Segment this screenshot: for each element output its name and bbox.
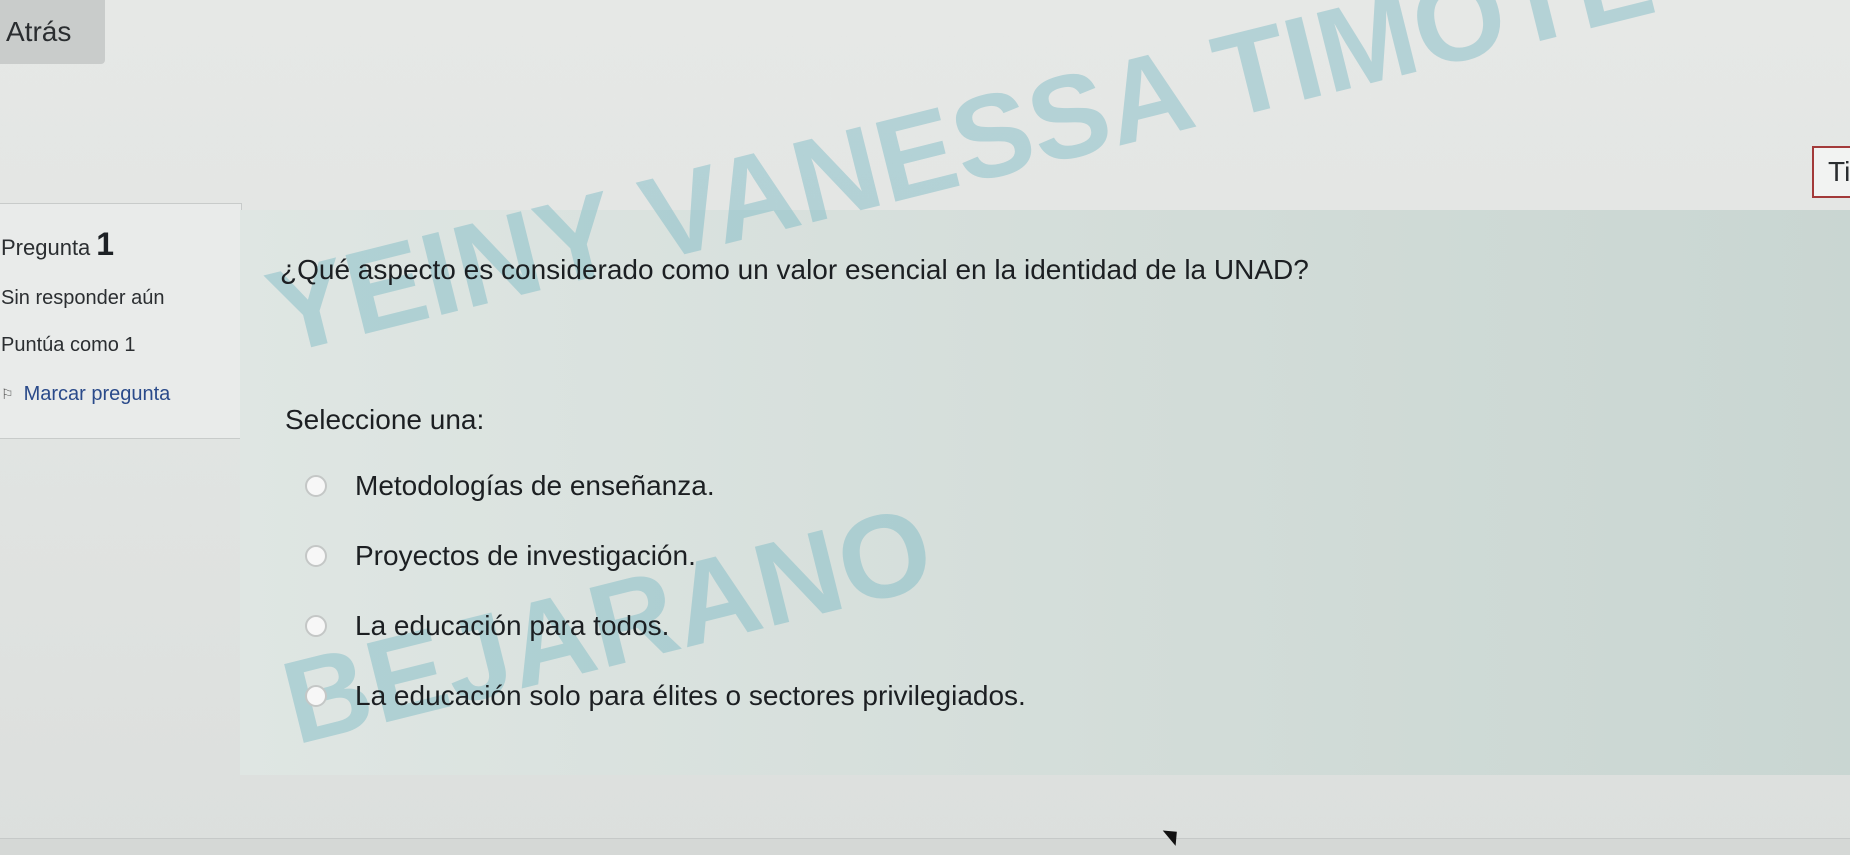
answer-option-2[interactable]: Proyectos de investigación.	[305, 540, 696, 572]
question-points: Puntúa como 1	[1, 334, 136, 356]
flag-question-label: Marcar pregunta	[23, 383, 171, 405]
flag-question-link[interactable]: ⚐ Marcar pregunta	[1, 383, 241, 406]
question-number: 1	[96, 226, 115, 262]
question-text: ¿Qué aspecto es considerado como un valo…	[280, 254, 1309, 285]
back-button[interactable]: Atrás	[0, 0, 105, 64]
question-label: Pregunta	[1, 235, 91, 260]
radio-empty-icon[interactable]	[305, 475, 327, 497]
radio-empty-icon[interactable]	[305, 545, 327, 567]
answer-status: Sin responder aún	[1, 287, 165, 309]
answer-option-1[interactable]: Metodologías de enseñanza.	[305, 470, 715, 502]
flag-outline-icon: ⚐	[1, 386, 14, 402]
answer-option-label: Proyectos de investigación.	[355, 540, 696, 571]
question-heading: Pregunta 1	[1, 226, 241, 263]
bottom-bar	[0, 838, 1850, 855]
question-info-panel: Pregunta 1 Sin responder aún Puntúa como …	[0, 203, 242, 439]
answer-option-label: La educación solo para élites o sectores…	[355, 680, 1026, 711]
radio-empty-icon[interactable]	[305, 685, 327, 707]
answer-option-label: La educación para todos.	[355, 610, 670, 641]
answer-option-3[interactable]: La educación para todos.	[305, 610, 669, 642]
answer-option-4[interactable]: La educación solo para élites o sectores…	[305, 680, 1026, 712]
radio-empty-icon[interactable]	[305, 615, 327, 637]
answer-option-label: Metodologías de enseñanza.	[355, 470, 715, 501]
timer-box: Ti	[1812, 146, 1850, 198]
select-one-label: Seleccione una:	[285, 404, 485, 435]
